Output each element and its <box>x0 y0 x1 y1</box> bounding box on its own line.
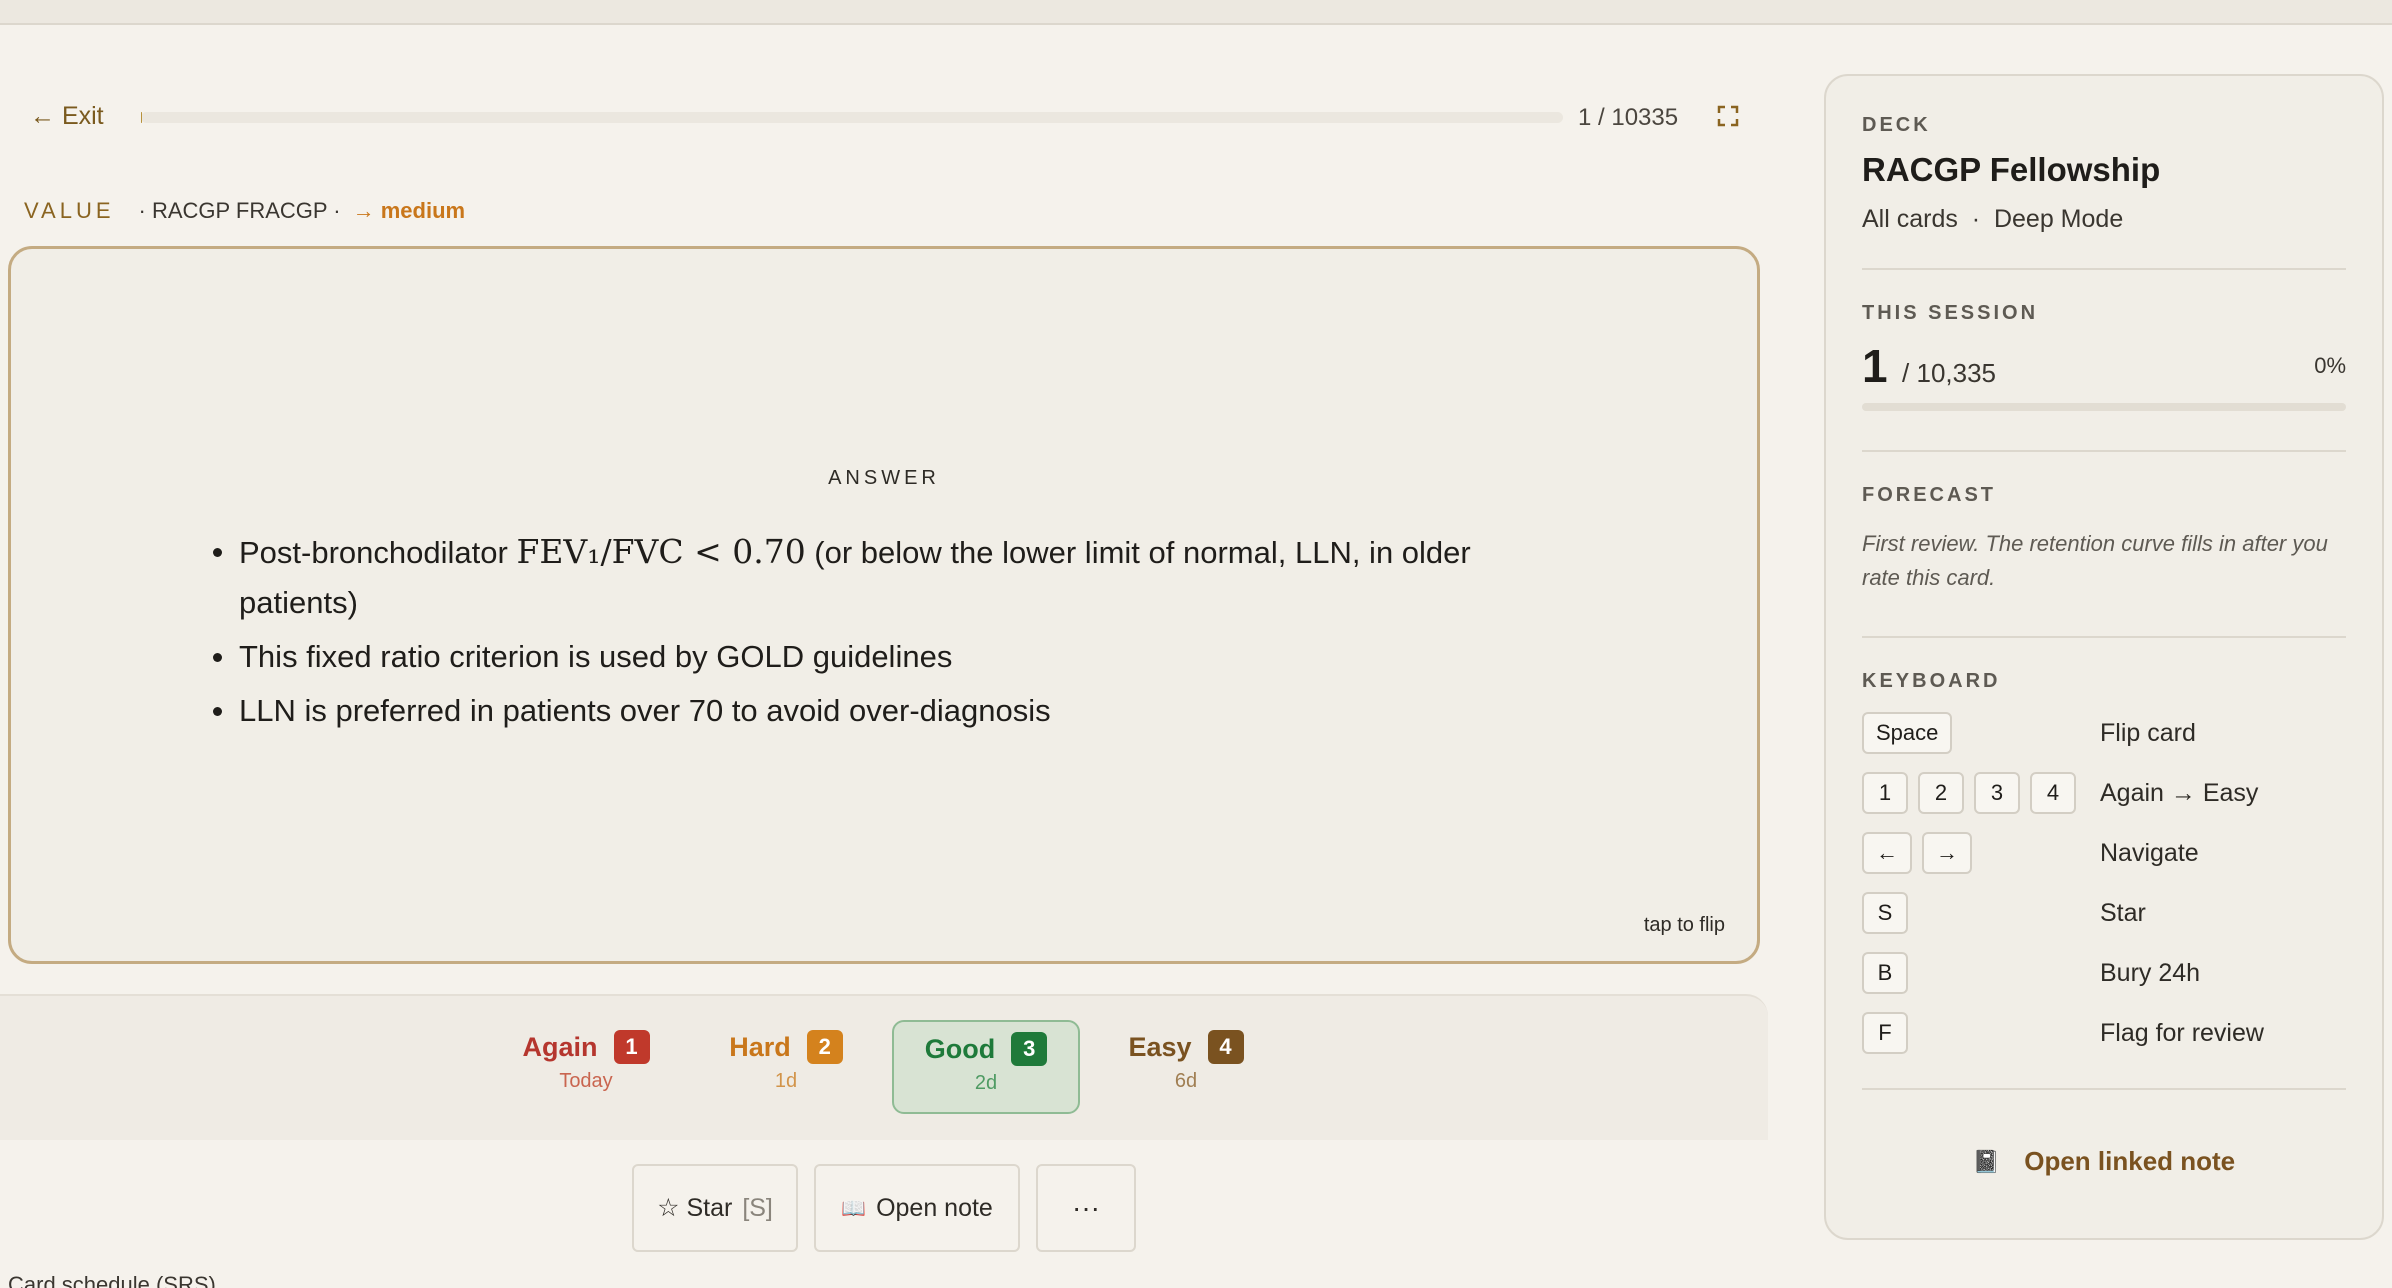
exit-button[interactable]: ← Exit <box>30 102 104 131</box>
key-cap: B <box>1862 952 1908 994</box>
shortcut-badge: 3 <box>1011 1032 1048 1066</box>
key-cap: 3 <box>1974 772 2020 814</box>
book-icon: 📖 <box>841 1197 867 1220</box>
shortcut-badge: 2 <box>806 1030 843 1064</box>
divider <box>1862 268 2346 270</box>
key-cap: F <box>1862 1012 1908 1054</box>
flashcard[interactable]: ANSWER Post-bronchodilator FEV₁/FVC < 0.… <box>8 246 1760 964</box>
forecast-heading: FORECAST <box>1862 484 1996 506</box>
shortcut-action: Flip card <box>2100 718 2196 747</box>
rate-interval: 6d <box>1174 1070 1198 1092</box>
card-deck-label: · RACGP FRACGP · <box>138 198 341 223</box>
fullscreen-icon[interactable] <box>1716 104 1740 128</box>
open-note-label: Open note <box>876 1193 993 1222</box>
rate-label: Hard <box>729 1031 791 1062</box>
deck-heading: DECK <box>1862 114 1931 136</box>
rate-interval: Today <box>559 1070 613 1092</box>
shortcut-row: F Flag for review <box>1862 1003 2346 1063</box>
card-schedule-label: Card schedule (SRS) <box>8 1272 216 1288</box>
session-progress: 1 / 10,335 0% <box>1862 339 2346 392</box>
session-section: THIS SESSION 1 / 10,335 0% <box>1862 302 2346 411</box>
shortcut-action: Bury 24h <box>2100 958 2201 987</box>
rate-label: Good <box>924 1033 996 1064</box>
answer-text: Post-bronchodilator <box>239 535 517 570</box>
more-options-button[interactable]: ··· <box>1036 1164 1136 1252</box>
shortcut-badge: 1 <box>613 1030 650 1064</box>
card-meta: VALUE · RACGP FRACGP · → medium <box>24 198 465 224</box>
shortcut-badge: 4 <box>1207 1030 1244 1064</box>
shortcut-row: Space Flip card <box>1862 703 2346 763</box>
list-item: LLN is preferred in patients over 70 to … <box>201 686 1561 736</box>
session-current: 1 <box>1862 340 1888 392</box>
keyboard-heading: KEYBOARD <box>1862 670 2001 692</box>
rate-good-button[interactable]: Good 3 2d <box>892 1020 1080 1114</box>
rate-label: Easy <box>1128 1031 1192 1062</box>
difficulty-badge: → medium <box>352 198 466 223</box>
session-sidebar: DECK RACGP Fellowship All cards · Deep M… <box>1824 74 2384 1240</box>
key-cap: → <box>1922 832 1972 874</box>
deck-mode: All cards · Deep Mode <box>1862 205 2124 233</box>
shortcut-row: S Star <box>1862 883 2346 943</box>
star-button[interactable]: ☆ Star [S] <box>632 1164 798 1252</box>
divider <box>1862 450 2346 452</box>
open-note-button[interactable]: 📖 Open note <box>814 1164 1020 1252</box>
rate-hard-button[interactable]: Hard 2 1d <box>692 1020 880 1114</box>
deck-section: DECK RACGP Fellowship All cards · Deep M… <box>1862 114 2346 234</box>
notebook-icon: 📓 <box>1972 1148 2001 1174</box>
key-cap: S <box>1862 892 1908 934</box>
key-cap: 2 <box>1918 772 1964 814</box>
list-item: Post-bronchodilator FEV₁/FVC < 0.70 (or … <box>201 527 1561 628</box>
window-top-bar <box>0 0 2392 25</box>
card-type-label: VALUE <box>24 198 115 223</box>
formula: FEV₁/FVC < 0.70 <box>516 532 806 571</box>
session-heading: THIS SESSION <box>1862 302 2039 324</box>
rating-bar <box>0 994 1768 1140</box>
star-shortcut: [S] <box>742 1193 773 1222</box>
rate-again-button[interactable]: Again 1 Today <box>492 1020 680 1114</box>
forecast-section: FORECAST First review. The retention cur… <box>1862 484 2346 595</box>
session-progress-bar <box>1862 403 2346 411</box>
star-label: ☆ Star <box>657 1194 733 1222</box>
forecast-text: First review. The retention curve fills … <box>1862 531 2328 590</box>
rate-interval: 2d <box>974 1072 998 1094</box>
key-cap: Space <box>1862 712 1953 754</box>
keyboard-section: KEYBOARD Space Flip card 1 2 3 4 Again →… <box>1862 670 2346 1063</box>
deck-name: RACGP Fellowship <box>1862 151 2161 188</box>
key-cap: 4 <box>2030 772 2076 814</box>
list-item: This fixed ratio criterion is used by GO… <box>201 632 1561 682</box>
session-percent: 0% <box>2314 353 2346 378</box>
shortcut-action: Navigate <box>2100 838 2199 867</box>
rate-label: Again <box>522 1031 598 1062</box>
card-counter: 1 / 10335 <box>1578 104 1679 131</box>
rate-interval: 1d <box>774 1070 798 1092</box>
session-total: / 10,335 <box>1902 358 1997 388</box>
shortcut-action: Star <box>2100 898 2146 927</box>
answer-label: ANSWER <box>828 467 940 489</box>
rate-easy-button[interactable]: Easy 4 6d <box>1092 1020 1280 1114</box>
deck-progress-bar <box>141 112 1563 123</box>
shortcut-row: B Bury 24h <box>1862 943 2346 1003</box>
tap-to-flip-hint: tap to flip <box>1643 914 1725 936</box>
linked-note-label: Open linked note <box>2024 1146 2236 1176</box>
divider <box>1862 636 2346 638</box>
key-cap: ← <box>1862 832 1912 874</box>
shortcut-action: Again → Easy <box>2100 778 2259 807</box>
more-icon: ··· <box>1072 1192 1100 1223</box>
open-linked-note-button[interactable]: 📓 Open linked note <box>1826 1146 2382 1177</box>
shortcut-row: 1 2 3 4 Again → Easy <box>1862 763 2346 823</box>
answer-list: Post-bronchodilator FEV₁/FVC < 0.70 (or … <box>201 527 1561 740</box>
divider <box>1862 1088 2346 1090</box>
shortcut-action: Flag for review <box>2100 1018 2264 1047</box>
shortcut-row: ← → Navigate <box>1862 823 2346 883</box>
key-cap: 1 <box>1862 772 1908 814</box>
